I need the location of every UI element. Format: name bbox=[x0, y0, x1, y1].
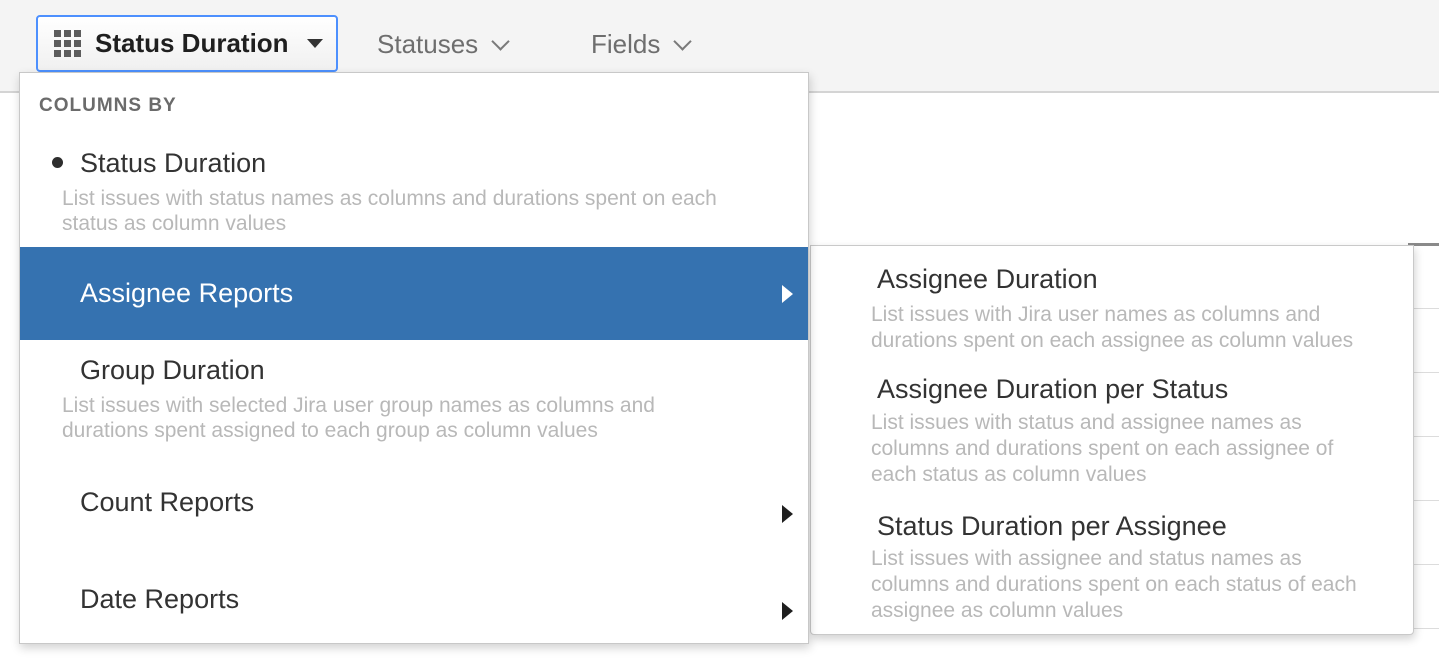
menu-item-title: Assignee Reports bbox=[80, 278, 294, 308]
submenu-arrow-icon bbox=[782, 284, 793, 303]
menu-item-status-duration[interactable]: Status Duration List issues with status … bbox=[20, 141, 808, 243]
submenu-item-assignee-duration[interactable]: Assignee Duration List issues with Jira … bbox=[811, 258, 1413, 366]
statuses-menu-trigger[interactable]: Statuses bbox=[377, 29, 510, 60]
fields-menu-trigger[interactable]: Fields bbox=[591, 29, 693, 60]
menu-item-description: List issues with status names as columns… bbox=[62, 187, 717, 235]
menu-item-title: Group Duration bbox=[80, 355, 265, 385]
menu-item-description: List issues with selected Jira user grou… bbox=[62, 394, 655, 442]
chevron-down-icon bbox=[491, 31, 510, 51]
fields-menu-label: Fields bbox=[591, 29, 661, 59]
menu-item-assignee-reports[interactable]: Assignee Reports bbox=[20, 247, 808, 340]
report-type-button[interactable]: Status Duration bbox=[36, 15, 338, 72]
menu-item-title: Status Duration bbox=[80, 148, 267, 178]
grid-icon bbox=[54, 30, 81, 57]
submenu-arrow-icon bbox=[782, 505, 793, 523]
menu-item-group-duration[interactable]: Group Duration List issues with selected… bbox=[20, 348, 808, 460]
statuses-menu-label: Statuses bbox=[377, 29, 479, 59]
section-header: COLUMNS BY bbox=[39, 95, 177, 116]
menu-item-date-reports[interactable]: Date Reports bbox=[20, 575, 808, 655]
menu-item-description: List issues with assignee and status nam… bbox=[871, 547, 1357, 622]
submenu-item-assignee-duration-per-status[interactable]: Assignee Duration per Status List issues… bbox=[811, 368, 1413, 504]
submenu-arrow-icon bbox=[782, 602, 793, 620]
menu-item-description: List issues with Jira user names as colu… bbox=[871, 303, 1354, 352]
menu-item-title: Status Duration per Assignee bbox=[877, 511, 1227, 541]
chevron-down-icon bbox=[673, 31, 693, 51]
menu-item-description: List issues with status and assignee nam… bbox=[871, 411, 1334, 486]
menu-item-title: Date Reports bbox=[80, 584, 240, 614]
report-type-button-label: Status Duration bbox=[95, 28, 289, 58]
submenu-item-status-duration-per-assignee[interactable]: Status Duration per Assignee List issues… bbox=[811, 505, 1413, 629]
radio-selected-icon bbox=[52, 157, 63, 168]
caret-down-icon bbox=[306, 39, 323, 48]
assignee-reports-submenu-panel: Assignee Duration List issues with Jira … bbox=[810, 245, 1414, 635]
menu-item-title: Assignee Duration bbox=[877, 264, 1098, 294]
menu-item-title: Assignee Duration per Status bbox=[877, 374, 1229, 404]
columns-by-dropdown-panel: COLUMNS BY Status Duration List issues w… bbox=[19, 72, 809, 644]
menu-item-title: Count Reports bbox=[80, 487, 255, 517]
menu-item-count-reports[interactable]: Count Reports bbox=[20, 478, 808, 558]
